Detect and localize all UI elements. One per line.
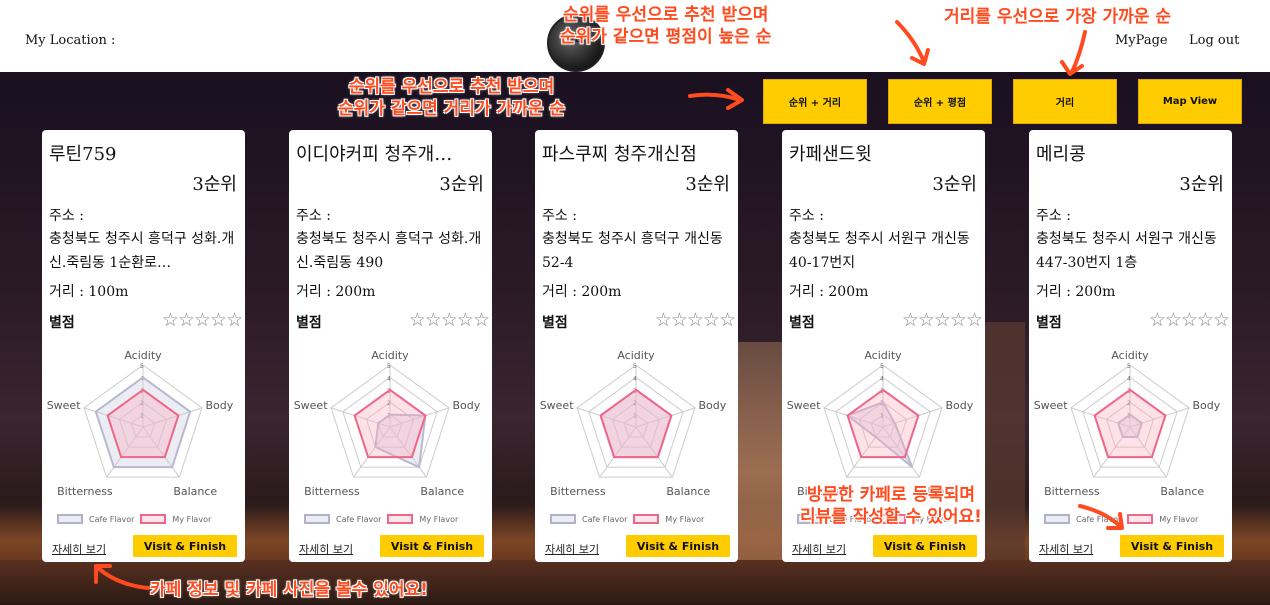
arrow-to-rank-rating (895, 20, 930, 66)
arrow-to-visit-button (1078, 504, 1124, 530)
arrow-to-detail-link (94, 564, 150, 590)
arrow-to-rank-distance (688, 88, 744, 110)
arrow-to-distance (1060, 30, 1087, 76)
annotation-arrows (94, 20, 1124, 590)
